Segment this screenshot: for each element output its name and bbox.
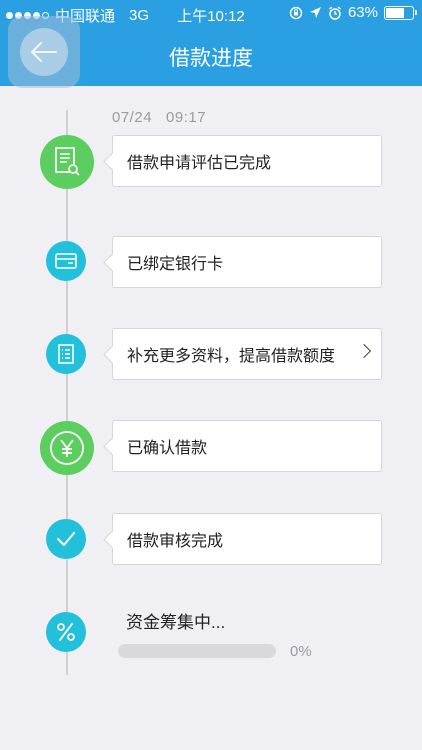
bank-card-icon <box>55 253 77 269</box>
app-header: 中国联通 3G 上午10:12 63% 借款进度 <box>0 0 422 88</box>
step-label: 借款申请评估已完成 <box>127 155 272 172</box>
check-icon <box>57 532 75 546</box>
step-5-card: 借款审核完成 <box>112 513 382 565</box>
list-document-icon <box>58 344 74 364</box>
fundraising-progress-bar <box>118 644 276 658</box>
fundraising-label: 资金筹集中... <box>126 613 226 632</box>
location-icon <box>309 7 321 18</box>
timeline-timestamp: 07/24 09:17 <box>112 109 207 126</box>
alarm-icon <box>329 5 341 20</box>
timeline-line <box>66 110 68 675</box>
battery-percent: 63% <box>347 4 378 21</box>
document-search-icon <box>55 147 80 176</box>
step-label: 已确认借款 <box>127 440 208 457</box>
page-title: 借款进度 <box>169 47 253 70</box>
step-4-card: 已确认借款 <box>112 420 382 472</box>
step-2-icon <box>46 241 86 281</box>
percent-icon <box>57 623 75 641</box>
step-2-card: 已绑定银行卡 <box>112 236 382 288</box>
battery-level <box>386 7 404 18</box>
step-3-card[interactable]: 补充更多资料，提高借款额度 <box>112 328 382 380</box>
step-label: 借款审核完成 <box>127 533 224 550</box>
yen-icon <box>50 431 84 465</box>
chevron-right-icon <box>356 343 372 359</box>
step-1-card: 借款申请评估已完成 <box>112 135 382 187</box>
battery-icon <box>384 5 417 20</box>
step-5-icon <box>46 519 86 559</box>
step-3-icon <box>46 334 86 374</box>
fundraising-progress-text: 0% <box>290 643 312 660</box>
step-6-icon <box>46 612 86 652</box>
rotation-lock-icon <box>289 6 303 19</box>
step-label: 已绑定银行卡 <box>127 256 224 273</box>
step-label: 补充更多资料，提高借款额度 <box>127 348 336 365</box>
step-1-icon <box>40 135 94 189</box>
step-4-icon <box>40 421 94 475</box>
